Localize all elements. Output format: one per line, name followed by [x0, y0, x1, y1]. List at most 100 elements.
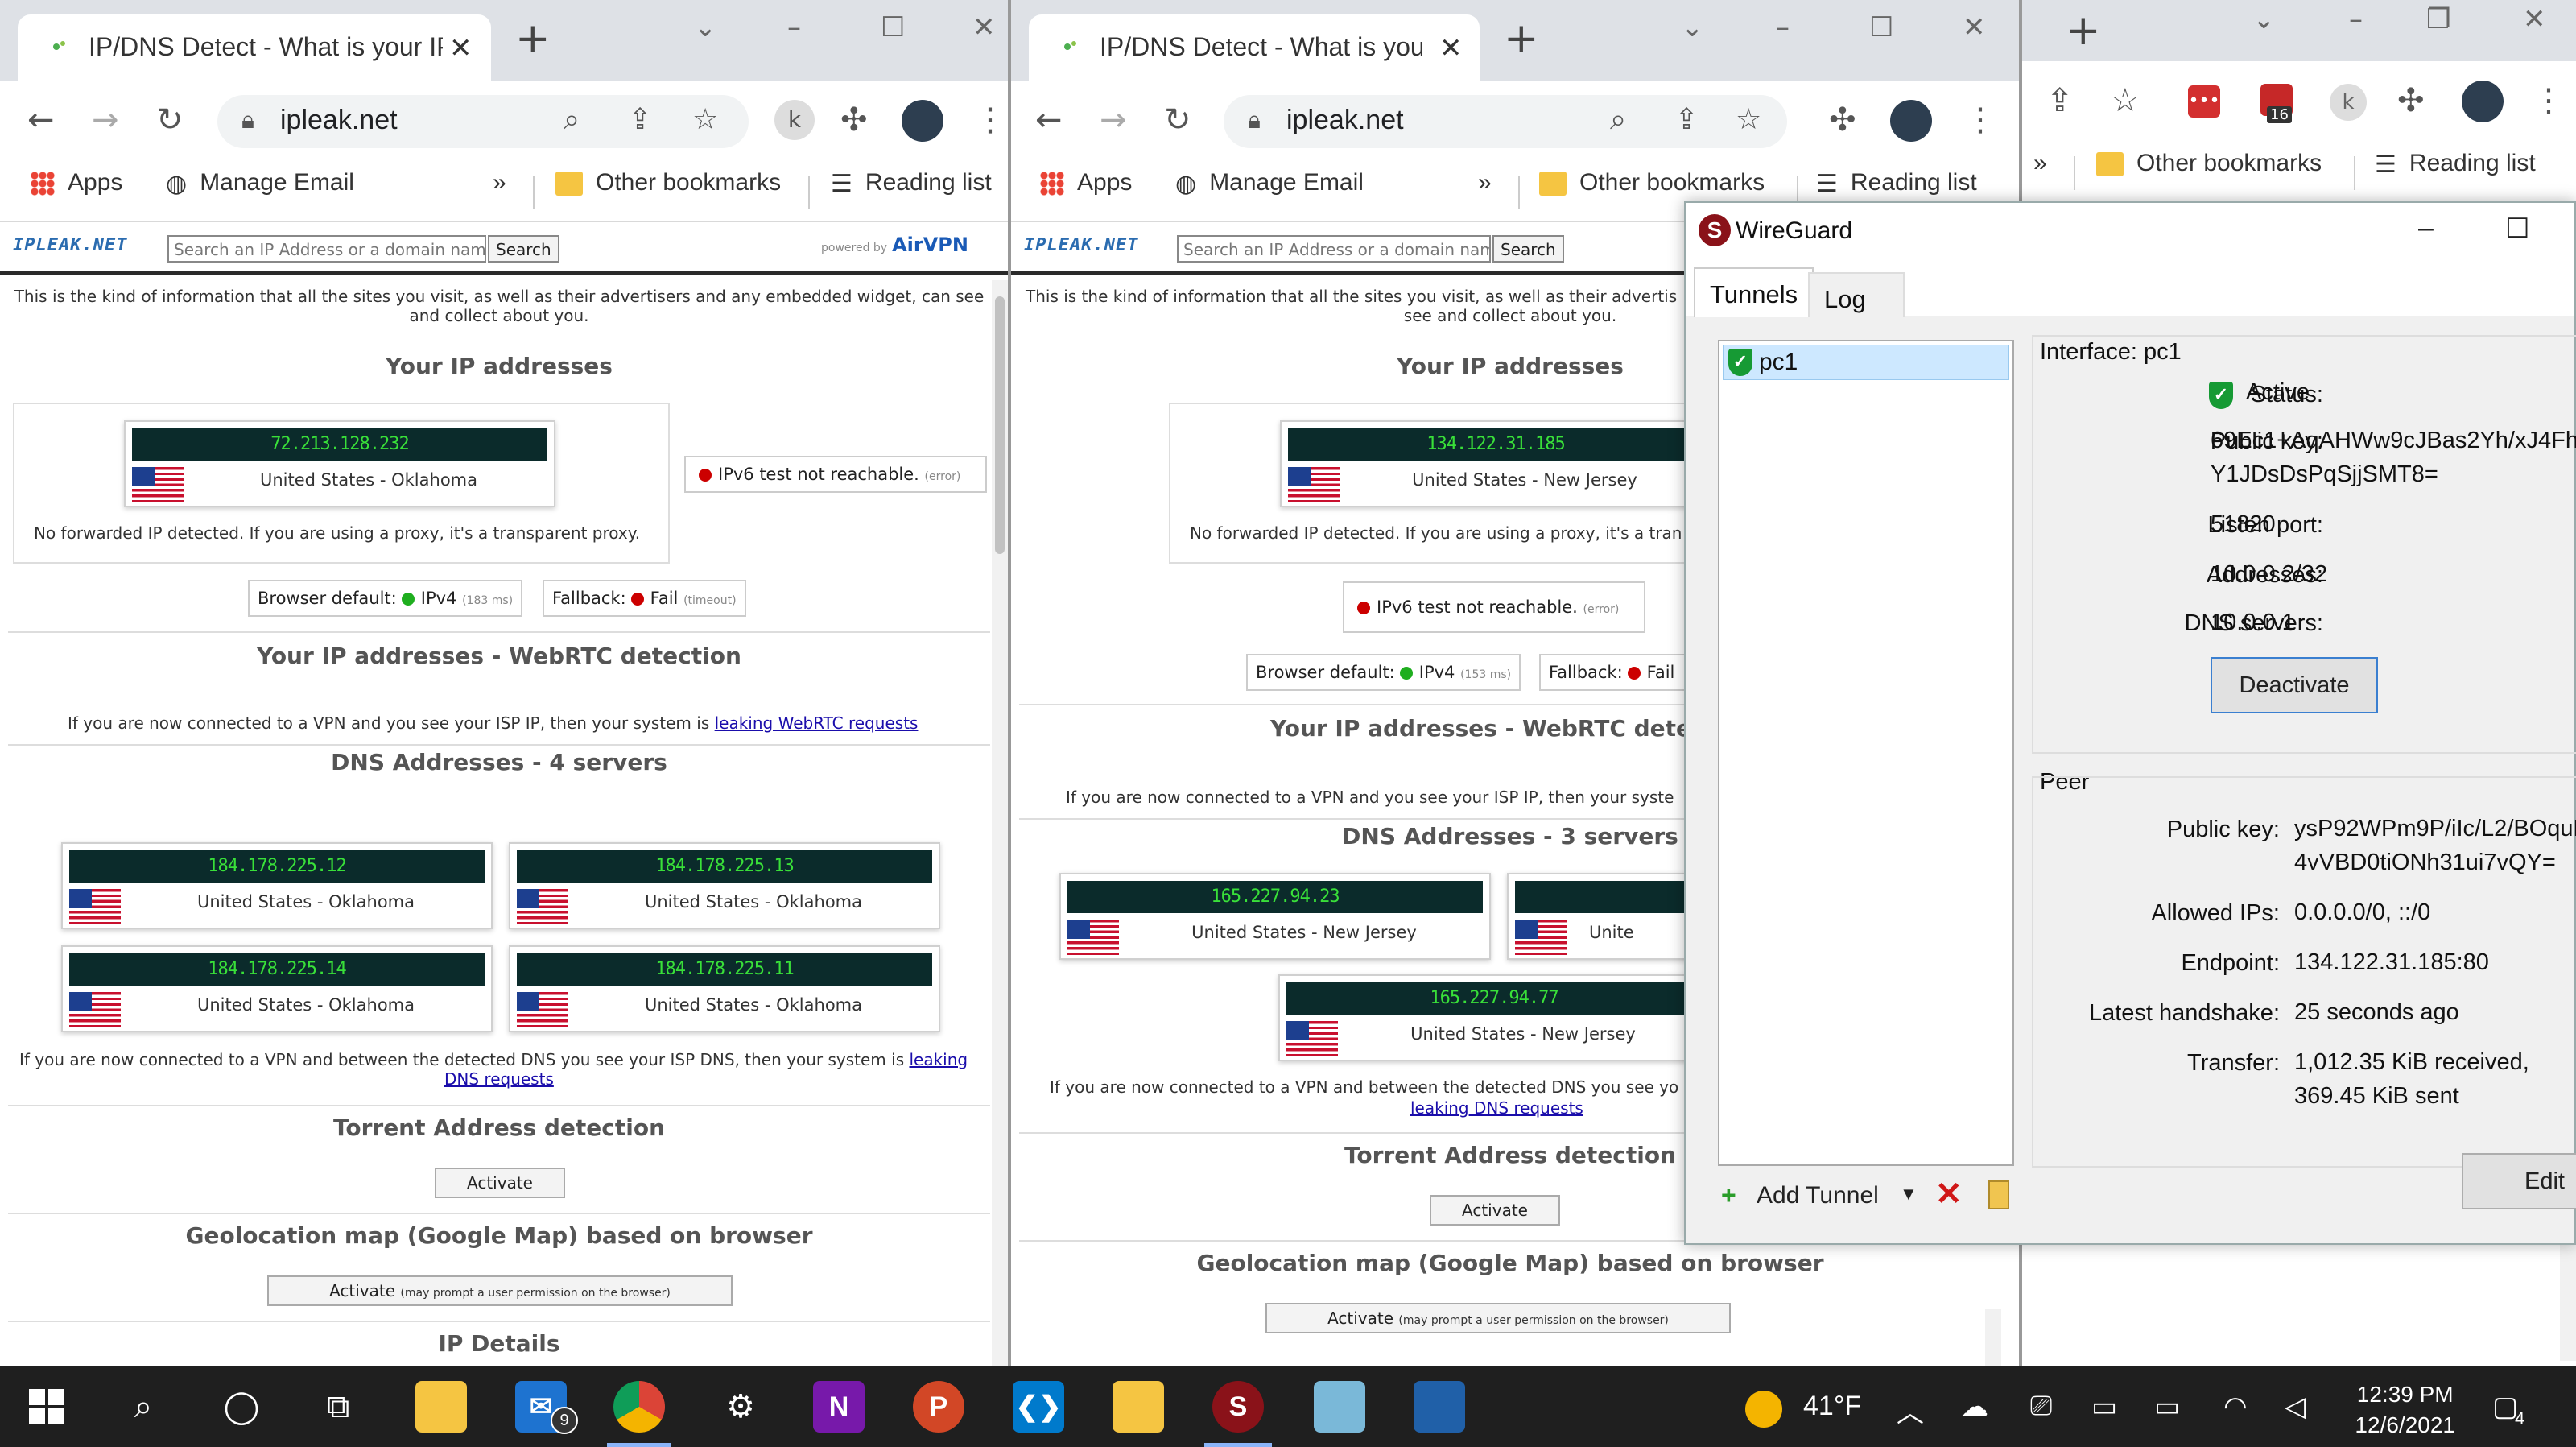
tunnel-item-pc1[interactable]: ✓ pc1: [1723, 345, 2009, 380]
bookmark-reading-list[interactable]: ☰ Reading list: [2375, 150, 2536, 179]
bookmark-apps[interactable]: Apps: [1040, 169, 1132, 196]
vscode-icon[interactable]: ❮❯: [1013, 1381, 1064, 1433]
geo-activate-button[interactable]: Activate (may prompt a user permission o…: [267, 1275, 733, 1306]
menu-icon[interactable]: ⋮: [974, 100, 1006, 140]
geo-activate-button[interactable]: Activate (may prompt a user permission o…: [1265, 1303, 1731, 1333]
tab-search-icon[interactable]: ⌄: [2252, 3, 2276, 35]
file-explorer-icon[interactable]: [415, 1381, 467, 1433]
bookmark-manage-email[interactable]: ◍ Manage Email: [1175, 169, 1364, 198]
restore-icon[interactable]: ❐: [2426, 3, 2450, 35]
bookmark-reading-list[interactable]: ☰ Reading list: [831, 169, 992, 198]
close-window-icon[interactable]: ✕: [2523, 3, 2546, 35]
edit-button[interactable]: Edit: [2462, 1153, 2576, 1209]
forward-icon[interactable]: →: [92, 100, 119, 140]
powered-by[interactable]: powered by AirVPN: [821, 234, 968, 256]
ipleak-logo[interactable]: IPLEAK.NET: [1024, 235, 1138, 255]
ipleak-logo[interactable]: IPLEAK.NET: [13, 235, 127, 255]
menu-icon[interactable]: ⋮: [1964, 100, 1996, 140]
webrtc-link[interactable]: leaking WebRTC requests: [715, 713, 919, 733]
cortana-icon[interactable]: ◯: [219, 1384, 264, 1429]
minimize-icon[interactable]: –: [2418, 213, 2434, 244]
reload-icon[interactable]: ↻: [1164, 100, 1191, 140]
bookmark-reading-list[interactable]: ☰ Reading list: [1816, 169, 1977, 198]
display-icon[interactable]: ▭: [2091, 1391, 2117, 1423]
windows-icon[interactable]: [24, 1384, 69, 1429]
page-scrollbar[interactable]: [1985, 1309, 2001, 1366]
dns-requests-link[interactable]: leaking DNS requests: [1410, 1098, 1583, 1118]
back-icon[interactable]: ←: [1035, 100, 1063, 140]
tab-search-icon[interactable]: ⌄: [694, 11, 717, 43]
search-input[interactable]: Search an IP Address or a domain name: [167, 235, 486, 263]
chrome-icon[interactable]: [613, 1381, 665, 1433]
bookmark-manage-email[interactable]: ◍ Manage Email: [166, 169, 354, 198]
extensions-icon[interactable]: ✣: [1829, 100, 1856, 140]
scroll-thumb[interactable]: [995, 296, 1005, 554]
new-tab-button[interactable]: +: [2066, 10, 2101, 52]
star-icon[interactable]: ☆: [692, 103, 718, 136]
star-icon[interactable]: ☆: [1736, 103, 1761, 136]
torrent-activate-button[interactable]: Activate: [435, 1168, 565, 1198]
minimize-icon[interactable]: –: [2349, 3, 2363, 35]
share-icon[interactable]: ⇪: [628, 103, 652, 136]
tab-close-icon[interactable]: ✕: [1439, 32, 1463, 64]
zoom-icon[interactable]: ⌕: [564, 103, 580, 137]
onenote-icon[interactable]: N: [813, 1381, 865, 1433]
share-icon[interactable]: ⇪: [2046, 81, 2074, 121]
close-window-icon[interactable]: ✕: [1963, 11, 1986, 43]
tray-chevron-icon[interactable]: ︿: [1897, 1391, 1924, 1430]
settings-gear-icon[interactable]: ⚙: [718, 1384, 763, 1429]
notepad-icon[interactable]: [1314, 1381, 1365, 1433]
share-icon[interactable]: ⇪: [1674, 103, 1699, 136]
page-scrollbar[interactable]: [992, 280, 1008, 1366]
system-clock[interactable]: 12:39 PM 12/6/2021: [2355, 1379, 2455, 1441]
extension-red-icon[interactable]: •••: [2188, 85, 2220, 118]
tab-log[interactable]: Log: [1808, 272, 1905, 317]
bookmark-apps[interactable]: Apps: [31, 169, 122, 196]
minimize-icon[interactable]: –: [787, 11, 801, 43]
delete-tunnel-icon[interactable]: ✕: [1935, 1176, 1963, 1213]
wireguard-taskbar-icon[interactable]: S: [1212, 1381, 1264, 1433]
extensions-icon[interactable]: ✣: [2397, 81, 2425, 121]
bookmark-other[interactable]: Other bookmarks: [1539, 169, 1765, 196]
star-icon[interactable]: ☆: [2111, 81, 2140, 121]
add-tunnel-dropdown-icon[interactable]: ▼: [1900, 1184, 1918, 1205]
onedrive-folder-icon[interactable]: [1113, 1381, 1164, 1433]
extension-k-icon[interactable]: k: [2330, 84, 2367, 121]
maximize-icon[interactable]: ☐: [881, 11, 905, 43]
avatar[interactable]: [2462, 81, 2504, 122]
bookmark-other[interactable]: Other bookmarks: [555, 169, 781, 196]
wifi-icon[interactable]: ◠: [2223, 1391, 2248, 1423]
bookmarks-overflow[interactable]: »: [493, 169, 506, 196]
tab-close-icon[interactable]: ✕: [449, 32, 473, 64]
close-window-icon[interactable]: ✕: [972, 11, 996, 43]
back-icon[interactable]: ←: [27, 100, 55, 140]
maximize-icon[interactable]: ☐: [1869, 11, 1893, 43]
powerpoint-icon[interactable]: P: [913, 1381, 964, 1433]
device-icon[interactable]: ⎚: [2030, 1391, 2052, 1422]
search-button[interactable]: Search: [1492, 235, 1564, 263]
bookmarks-overflow[interactable]: »: [2033, 150, 2047, 177]
weather-icon[interactable]: [1745, 1391, 1782, 1428]
page-scrollbar[interactable]: [2560, 1240, 2576, 1361]
forward-icon[interactable]: →: [1100, 100, 1127, 140]
add-tunnel-button[interactable]: Add Tunnel: [1757, 1182, 1879, 1209]
volume-icon[interactable]: ◁: [2285, 1391, 2306, 1423]
tab-search-icon[interactable]: ⌄: [1681, 11, 1704, 43]
search-icon[interactable]: ⌕: [121, 1384, 166, 1429]
deactivate-button[interactable]: Deactivate: [2211, 657, 2378, 713]
maximize-icon[interactable]: ☐: [2505, 213, 2529, 245]
avatar[interactable]: [902, 100, 943, 142]
zoom-icon[interactable]: ⌕: [1610, 103, 1626, 137]
search-input[interactable]: Search an IP Address or a domain name: [1177, 235, 1491, 263]
bookmarks-overflow[interactable]: »: [1478, 169, 1492, 196]
browser-tab[interactable]: IP/DNS Detect - What is your ✕: [1029, 14, 1480, 81]
bookmark-other[interactable]: Other bookmarks: [2096, 150, 2322, 177]
tunnel-list[interactable]: ✓ pc1: [1718, 340, 2014, 1166]
new-tab-button[interactable]: +: [515, 18, 551, 60]
address-bar[interactable]: 🔒︎ ipleak.net ⌕ ⇪ ☆: [1224, 95, 1787, 148]
battery-icon[interactable]: ▭: [2154, 1391, 2180, 1423]
extension-icon[interactable]: k: [774, 100, 815, 140]
export-zip-icon[interactable]: [1988, 1180, 2009, 1209]
task-view-icon[interactable]: ⧉: [316, 1384, 361, 1429]
avatar[interactable]: [1890, 100, 1932, 142]
